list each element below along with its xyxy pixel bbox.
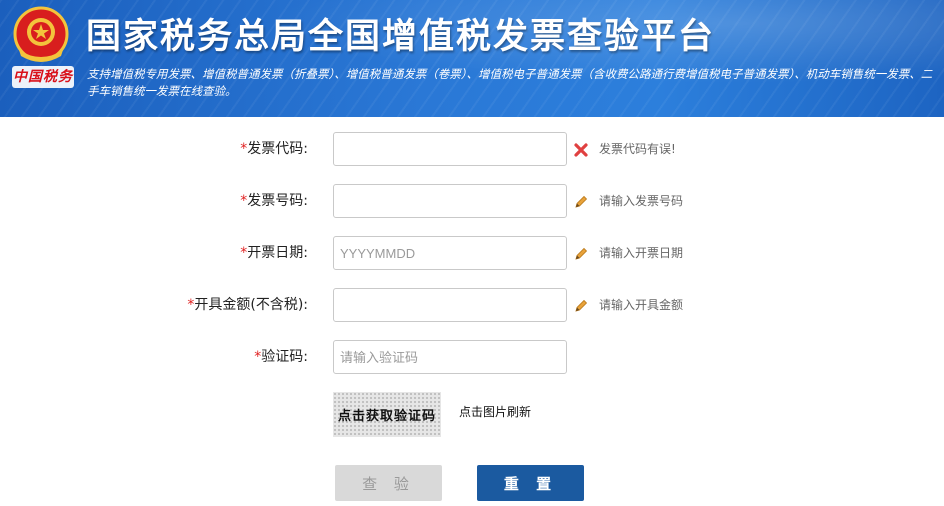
amount-hint: 请输入开具金额 [573,288,683,322]
invoice-date-label: *开票日期: [240,245,308,261]
captcha-image[interactable]: 点击获取验证码 [333,392,441,437]
invoice-code-label: *发票代码: [240,141,308,157]
pencil-icon [575,299,588,312]
tax-seal-logo: 中国税务 [12,66,74,88]
amount-label: *开具金额(不含税): [187,297,308,313]
national-tax-emblem-icon [13,6,69,62]
header-banner: 中国税务 国家税务总局全国增值税发票查验平台 支持增值税专用发票、增值税普通发票… [0,0,944,117]
reset-button[interactable]: 重 置 [477,465,584,501]
form-row-invoice-code: *发票代码: 发票代码有误! [0,132,944,166]
invoice-date-input[interactable] [333,236,567,270]
form-row-captcha: *验证码: [0,340,944,374]
pencil-icon [575,195,588,208]
invoice-date-hint: 请输入开票日期 [573,236,683,270]
pencil-icon [575,247,588,260]
captcha-refresh-link[interactable]: 点击图片刷新 [459,403,531,420]
invoice-number-label: *发票号码: [240,193,308,209]
invoice-code-hint: 发票代码有误! [573,132,676,166]
form-row-invoice-number: *发票号码: 请输入发票号码 [0,184,944,218]
form-row-invoice-date: *开票日期: 请输入开票日期 [0,236,944,270]
page-title: 国家税务总局全国增值税发票查验平台 [86,17,716,57]
form-row-amount: *开具金额(不含税): 请输入开具金额 [0,288,944,322]
amount-input[interactable] [333,288,567,322]
captcha-input[interactable] [333,340,567,374]
invoice-code-input[interactable] [333,132,567,166]
captcha-label: *验证码: [254,349,308,365]
invoice-number-input[interactable] [333,184,567,218]
error-x-icon [574,142,588,157]
check-button[interactable]: 查 验 [335,465,442,501]
invoice-number-hint: 请输入发票号码 [573,184,683,218]
page-subtitle: 支持增值税专用发票、增值税普通发票（折叠票）、增值税普通发票（卷票）、增值税电子… [87,67,933,98]
